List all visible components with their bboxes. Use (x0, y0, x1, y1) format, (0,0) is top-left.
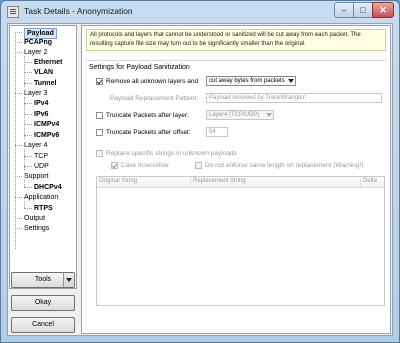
nav-item-support[interactable]: Support (24, 172, 49, 181)
nav-item-tunnel[interactable]: Tunnel (34, 79, 56, 88)
no-enforce-length-checkbox[interactable] (195, 162, 202, 169)
nav-item-tcp[interactable]: TCP (34, 152, 48, 161)
window-title: Task Details - Anonymization (24, 6, 133, 16)
tree-connector (24, 208, 32, 209)
category-tree[interactable]: Payload PCAPng Layer 2 Ethernet VLAN Tun… (9, 25, 77, 289)
tree-branch-line (24, 201, 25, 208)
info-banner: All protocols and layers that cannot be … (86, 29, 386, 51)
maximize-button[interactable]: □ (353, 2, 373, 18)
tree-connector (24, 83, 32, 84)
tree-connector (24, 166, 32, 167)
truncate-layer-label: Truncate Packets after layer: (106, 112, 189, 119)
tree-connector (24, 103, 32, 104)
nav-item-output[interactable]: Output (24, 214, 45, 223)
column-delta[interactable]: Delta (361, 177, 384, 187)
nav-item-dhcpv4[interactable]: DHCPv4 (34, 183, 62, 192)
replacement-pattern-input[interactable]: Payload removed by TraceWrangler! (206, 93, 382, 103)
nav-item-icmpv4[interactable]: ICMPv4 (34, 120, 59, 129)
okay-button[interactable]: Okay (11, 295, 75, 311)
nav-item-application[interactable]: Application (24, 193, 58, 202)
tree-connector (15, 228, 22, 229)
tree-connector (15, 52, 22, 53)
column-replacement-string[interactable]: Replacement String (191, 177, 361, 187)
cancel-button[interactable]: Cancel (11, 317, 75, 333)
app-icon (7, 6, 19, 18)
nav-item-settings[interactable]: Settings (24, 224, 49, 233)
case-insensitive-checkbox[interactable] (111, 162, 118, 169)
payload-settings-panel: All protocols and layers that cannot be … (81, 25, 391, 334)
tree-connector (15, 32, 22, 33)
truncate-layer-value: Layer4 (TCP/UDP) (209, 112, 260, 118)
section-divider (86, 60, 386, 61)
tree-connector (24, 62, 32, 63)
remove-mode-select[interactable]: cut away bytes from packets (206, 76, 296, 86)
tree-connector (24, 72, 32, 73)
tree-connector (24, 124, 32, 125)
replace-strings-label: Replace specific strings in unknown payl… (106, 150, 237, 157)
nav-item-vlan[interactable]: VLAN (34, 68, 53, 77)
truncate-layer-select[interactable]: Layer4 (TCP/UDP) (206, 110, 274, 120)
remove-unknown-label: Remove all unknown layers and (106, 78, 199, 85)
column-original-string[interactable]: Original String (97, 177, 191, 187)
nav-item-rtps[interactable]: RTPS (34, 204, 53, 213)
table-header: Original String Replacement String Delta (97, 177, 384, 188)
nav-item-ipv6[interactable]: IPv6 (34, 110, 48, 119)
nav-item-layer3[interactable]: Layer 3 (24, 89, 47, 98)
truncate-offset-stepper[interactable]: 54 (206, 127, 228, 137)
case-insensitive-label: Case Insensitive (121, 162, 169, 169)
tree-root-line (15, 32, 16, 249)
string-replacement-table[interactable]: Original String Replacement String Delta (96, 176, 385, 306)
truncate-layer-checkbox[interactable] (96, 112, 103, 119)
task-details-window: Task Details - Anonymization – □ ✕ Paylo… (0, 0, 400, 343)
tree-connector (15, 145, 22, 146)
title-bar[interactable]: Task Details - Anonymization – □ ✕ (1, 1, 399, 23)
tools-button-label: Tools (34, 276, 52, 283)
nav-item-ethernet[interactable]: Ethernet (34, 58, 62, 67)
chevron-down-icon (288, 79, 294, 83)
nav-item-layer4[interactable]: Layer 4 (24, 141, 47, 150)
close-button[interactable]: ✕ (372, 2, 394, 18)
nav-item-ipv4[interactable]: IPv4 (34, 99, 48, 108)
remove-unknown-checkbox[interactable] (96, 78, 103, 85)
tree-connector (24, 187, 32, 188)
truncate-offset-checkbox[interactable] (96, 129, 103, 136)
tree-connector (15, 218, 22, 219)
tree-connector (15, 93, 22, 94)
tree-connector (24, 156, 32, 157)
tree-branch-line (24, 180, 25, 187)
truncate-offset-value: 54 (209, 129, 216, 135)
truncate-offset-label: Truncate Packets after offset: (106, 129, 191, 136)
nav-item-udp[interactable]: UDP (34, 162, 49, 171)
chevron-down-icon[interactable] (63, 273, 74, 287)
tools-dropdown-button[interactable]: Tools (11, 272, 75, 288)
nav-item-icmpv6[interactable]: ICMPv6 (34, 131, 59, 140)
no-enforce-length-label: Do not enforce same length on replacemen… (205, 162, 364, 169)
remove-mode-value: cut away bytes from packets (209, 78, 285, 84)
tree-connector (15, 42, 22, 43)
dialog-client-area: Payload PCAPng Layer 2 Ethernet VLAN Tun… (7, 23, 393, 336)
replace-strings-checkbox[interactable] (96, 150, 103, 157)
replacement-pattern-label: Payload Replacement Pattern: (110, 95, 199, 102)
tree-connector (15, 197, 22, 198)
tree-connector (15, 176, 22, 177)
nav-item-pcapng[interactable]: PCAPng (24, 38, 52, 47)
minimize-button[interactable]: – (334, 2, 354, 18)
nav-item-layer2[interactable]: Layer 2 (24, 48, 47, 57)
chevron-down-icon (266, 113, 272, 117)
tree-connector (24, 114, 32, 115)
section-title: Settings for Payload Sanitization (89, 64, 190, 71)
tree-connector (24, 135, 32, 136)
